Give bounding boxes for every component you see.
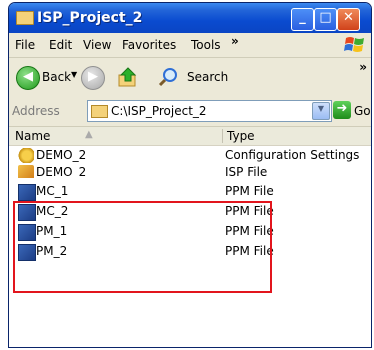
toolbar-overflow-chevron-icon[interactable]: » (359, 60, 367, 74)
folder-icon (91, 105, 108, 118)
column-type[interactable]: Type (227, 129, 255, 143)
menu-view[interactable]: View (83, 38, 111, 52)
column-name[interactable]: Name (15, 129, 50, 143)
forward-arrow-icon: ▶ (88, 69, 98, 84)
menu-tools[interactable]: Tools (191, 38, 221, 52)
file-type: PPM File (225, 184, 274, 198)
go-button[interactable]: Go (354, 104, 371, 118)
window-title: ISP_Project_2 (37, 10, 143, 26)
file-name: DEMO_2 (36, 165, 87, 178)
menu-favorites[interactable]: Favorites (122, 38, 176, 52)
back-label[interactable]: Back (42, 70, 71, 84)
go-arrow-icon[interactable]: ➜ (333, 101, 351, 119)
menu-file[interactable]: File (15, 38, 35, 52)
menu-edit[interactable]: Edit (49, 38, 72, 52)
file-row[interactable]: DEMO_2 ISP File (9, 164, 371, 178)
close-icon: ✕ (343, 10, 354, 25)
sort-arrow-icon: ▲ (85, 129, 93, 140)
windows-logo-icon (344, 37, 364, 52)
forward-button[interactable]: ▶ (81, 66, 105, 90)
address-path: C:\ISP_Project_2 (111, 104, 207, 118)
back-button[interactable]: ◀ (16, 66, 40, 90)
file-name: MC_1 (36, 184, 69, 198)
ppm-file-icon (18, 184, 36, 201)
maximize-icon: □ (319, 10, 332, 25)
menu-overflow-chevron-icon[interactable]: » (231, 34, 239, 48)
address-dropdown-button[interactable]: ▼ (312, 102, 330, 120)
file-type: ISP File (225, 165, 268, 178)
file-row[interactable]: MC_1 PPM File (9, 183, 371, 201)
minimize-button[interactable]: _ (291, 8, 314, 31)
folder-up-icon[interactable] (117, 66, 139, 88)
chevron-down-icon: ▼ (317, 104, 325, 113)
folder-icon (16, 11, 34, 25)
address-label: Address (12, 104, 60, 118)
address-input[interactable]: C:\ISP_Project_2 ▼ (87, 100, 332, 122)
back-dropdown-icon[interactable]: ▼ (71, 70, 77, 79)
search-icon[interactable] (157, 66, 179, 88)
column-divider[interactable] (222, 129, 223, 143)
address-bar: Address C:\ISP_Project_2 ▼ ➜ Go (9, 96, 371, 127)
toolbar: ◀ Back ▼ ▶ Search » (9, 58, 371, 97)
file-type: Configuration Settings (225, 148, 360, 162)
explorer-window: ISP_Project_2 _ □ ✕ File Edit View Favor… (8, 2, 372, 348)
file-name: DEMO_2 (36, 148, 87, 162)
title-bar[interactable]: ISP_Project_2 _ □ ✕ (9, 3, 371, 33)
column-header: Name ▲ Type (9, 127, 371, 146)
minimize-icon: _ (299, 10, 306, 25)
menu-bar: File Edit View Favorites Tools » (9, 33, 371, 58)
isp-file-icon (18, 165, 34, 178)
close-button[interactable]: ✕ (337, 8, 360, 31)
search-label[interactable]: Search (187, 70, 228, 84)
config-file-icon (18, 148, 34, 163)
highlight-box (13, 201, 272, 293)
file-row[interactable]: DEMO_2 Configuration Settings (9, 147, 371, 164)
maximize-button[interactable]: □ (314, 8, 337, 31)
back-arrow-icon: ◀ (23, 69, 33, 84)
